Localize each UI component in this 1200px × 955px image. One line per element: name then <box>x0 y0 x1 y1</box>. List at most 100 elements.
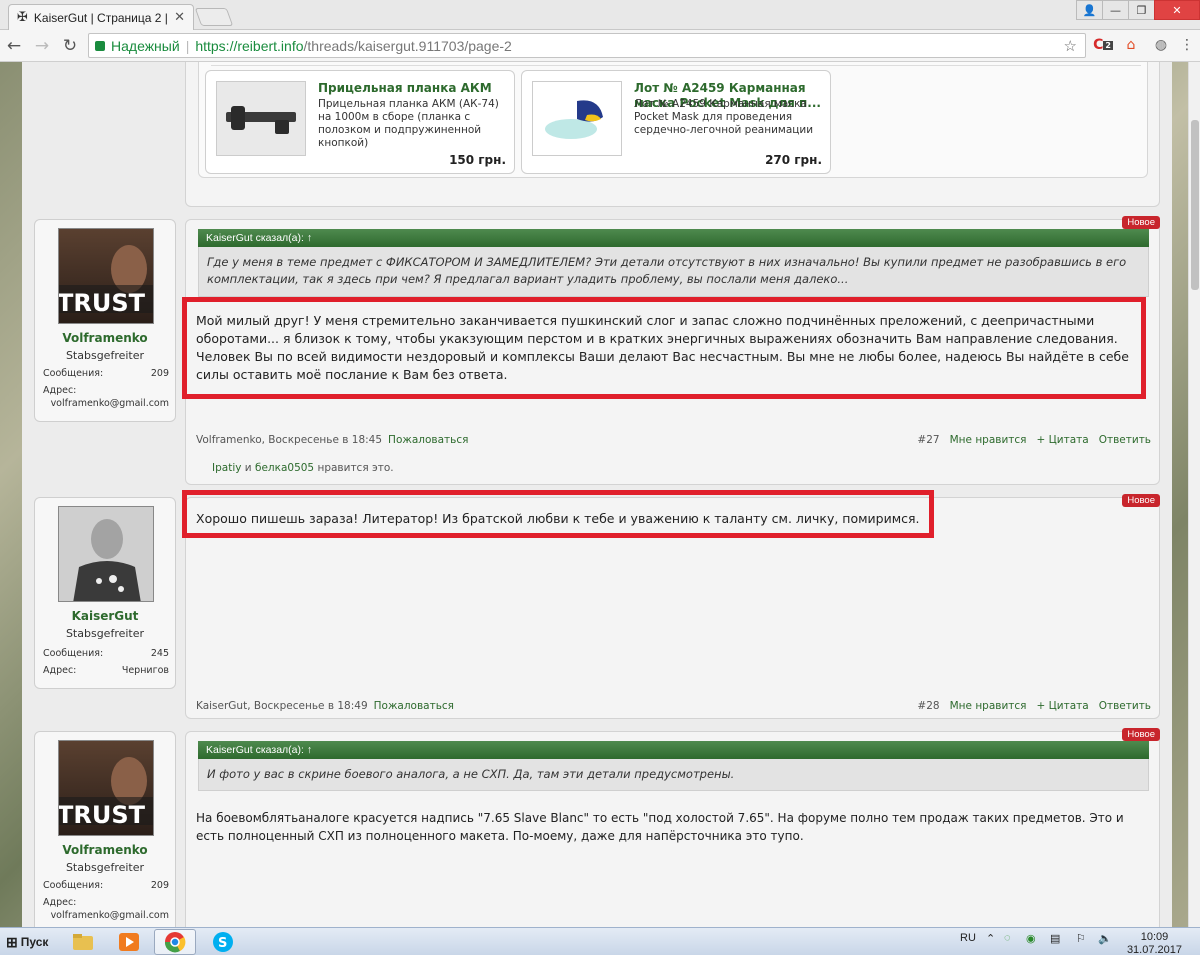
user-address-label: Адрес: <box>43 897 169 908</box>
action-center-icon[interactable]: ⚐ <box>1076 932 1086 945</box>
user-info-panel: TRUST MI Volframenko Stabsgefreiter Сооб… <box>34 219 176 422</box>
highlight-annotation <box>182 490 934 538</box>
product-description: Прицельная планка АКМ (АК-74) на 1000м в… <box>318 98 499 149</box>
like-button[interactable]: Мне нравится <box>950 434 1027 446</box>
product-title[interactable]: Прицельная планка АКМ <box>318 81 508 96</box>
report-link[interactable]: Пожаловаться <box>388 434 468 446</box>
browser-tab[interactable]: ✠ KaiserGut | Страница 2 | ✕ <box>8 4 194 30</box>
tab-title: KaiserGut | Страница 2 | <box>33 10 168 25</box>
window-controls: 👤 — ❐ ✕ <box>1076 0 1200 20</box>
product-description: Лот № A2459 Карманная маска Pocket Mask … <box>634 98 814 138</box>
windows-logo-icon: ⊞ <box>6 933 18 950</box>
page-viewport: Прицельная планка АКМ Прицельная планка … <box>0 62 1188 927</box>
quote-button[interactable]: + Цитата <box>1037 434 1089 446</box>
windows-taskbar: ⊞ Пуск S RU ⌃ ◌ ◉ ▤ ⚐ 🔈 10:09 31.07.2017 <box>0 927 1200 955</box>
like-user-link[interactable]: белка0505 <box>255 462 314 474</box>
restore-button[interactable]: ❐ <box>1128 0 1155 20</box>
like-button[interactable]: Мне нравится <box>950 700 1027 712</box>
start-label: Пуск <box>20 935 49 949</box>
user-address: volframenko@gmail.com <box>50 398 169 409</box>
post-author-date[interactable]: Volframenko, Воскресенье в 18:45 <box>196 434 382 446</box>
stat-value: 209 <box>150 368 169 379</box>
minimize-button[interactable]: — <box>1102 0 1129 20</box>
reply-button[interactable]: Ответить <box>1099 700 1151 712</box>
start-button[interactable]: ⊞ Пуск <box>2 930 52 954</box>
quote-header[interactable]: KaiserGut сказал(а): ↑ <box>198 741 1149 759</box>
stat-value: 209 <box>150 880 169 891</box>
user-messages: Сообщения: 209 <box>43 368 169 379</box>
user-rank: Stabsgefreiter <box>65 861 145 874</box>
products-panel: Прицельная планка АКМ Прицельная планка … <box>198 62 1148 178</box>
username[interactable]: Volframenko <box>35 843 175 857</box>
product-card[interactable]: Прицельная планка АКМ Прицельная планка … <box>205 70 515 174</box>
avatar[interactable]: TRUST MI <box>58 228 154 324</box>
secure-label: Надежный <box>111 37 180 54</box>
clock-time: 10:09 <box>1140 931 1169 943</box>
tray-app-icon[interactable]: ◉ <box>1026 932 1036 945</box>
home-extension-icon[interactable]: ⌂ <box>1120 34 1142 56</box>
stat-value: Чернигов <box>121 665 169 676</box>
username[interactable]: KaiserGut <box>35 609 175 623</box>
stat-label: Адрес: <box>43 897 77 908</box>
reload-button[interactable]: ↻ <box>56 36 84 56</box>
language-indicator[interactable]: RU <box>960 932 976 944</box>
clock-date: 31.07.2017 <box>1126 944 1182 955</box>
tray-app-icon[interactable]: ◌ <box>1004 932 1011 944</box>
address-bar[interactable]: Надежный | https://reibert.info/threads/… <box>88 33 1086 58</box>
avatar-caption: TRUST MI <box>59 289 154 317</box>
avatar[interactable] <box>58 506 154 602</box>
product-card[interactable]: Лот № A2459 Карманная маска Pocket Mask … <box>521 70 831 174</box>
product-price: 270 грн. <box>765 153 822 167</box>
volume-icon[interactable]: 🔈 <box>1098 932 1112 945</box>
page-scrollbar[interactable] <box>1188 62 1200 927</box>
username[interactable]: Volframenko <box>35 331 175 345</box>
highlight-annotation <box>182 297 1146 399</box>
user-icon[interactable]: 👤 <box>1076 0 1103 20</box>
tab-strip: ✠ KaiserGut | Страница 2 | ✕ 👤 — ❐ ✕ <box>0 0 1200 30</box>
stat-label: Адрес: <box>43 385 77 396</box>
new-badge: Новое <box>1122 216 1160 229</box>
reply-button[interactable]: Ответить <box>1099 434 1151 446</box>
extension-icon[interactable]: C2 <box>1092 34 1114 56</box>
tray-expand-icon[interactable]: ⌃ <box>986 932 995 945</box>
quote-header[interactable]: KaiserGut сказал(а): ↑ <box>198 229 1149 247</box>
url-host: https://reibert.info <box>195 37 304 54</box>
user-info-panel: KaiserGut Stabsgefreiter Сообщения: 245 … <box>34 497 176 689</box>
stat-label: Сообщения: <box>43 648 104 659</box>
close-window-button[interactable]: ✕ <box>1154 0 1200 20</box>
system-clock[interactable]: 10:09 31.07.2017 <box>1127 931 1182 955</box>
post-text: На боевомблятьаналоге красуется надпись … <box>196 811 1124 843</box>
post-message: Новое KaiserGut сказал(а): ↑ И фото у ва… <box>185 728 1160 927</box>
menu-icon[interactable]: ⋮ <box>1176 34 1198 56</box>
post-footer: Volframenko, Воскресенье в 18:45 Пожалов… <box>196 434 1151 446</box>
user-messages: Сообщения: 245 <box>43 648 169 659</box>
likes-suffix: нравится это. <box>317 462 394 474</box>
url-separator: | <box>185 37 190 54</box>
bookmark-star-icon[interactable]: ☆ <box>1064 37 1077 55</box>
skype-icon[interactable]: S <box>202 929 244 955</box>
quote-button[interactable]: + Цитата <box>1037 700 1089 712</box>
new-badge: Новое <box>1122 728 1160 741</box>
user-address: Адрес: Чернигов <box>43 665 169 676</box>
divider <box>211 65 1141 66</box>
back-button[interactable]: ← <box>0 36 28 56</box>
scrollbar-thumb[interactable] <box>1191 120 1199 290</box>
forward-button[interactable]: → <box>28 36 56 56</box>
settings-extension-icon[interactable]: ◍ <box>1150 34 1172 56</box>
url-path: /threads/kaisergut.911703/page-2 <box>303 37 512 54</box>
media-player-icon[interactable] <box>108 929 150 955</box>
new-tab-button[interactable] <box>194 8 234 26</box>
site-favicon-icon: ✠ <box>17 10 28 25</box>
post-author-date[interactable]: KaiserGut, Воскресенье в 18:49 <box>196 700 368 712</box>
chrome-icon[interactable] <box>154 929 196 955</box>
stat-value: 245 <box>150 648 169 659</box>
tray-app-icon[interactable]: ▤ <box>1050 932 1060 945</box>
report-link[interactable]: Пожаловаться <box>374 700 454 712</box>
user-info-panel: TRUST MI Volframenko Stabsgefreiter Сооб… <box>34 731 176 927</box>
post-number[interactable]: #27 <box>917 434 939 446</box>
avatar[interactable]: TRUST MI <box>58 740 154 836</box>
post-number[interactable]: #28 <box>917 700 939 712</box>
close-tab-icon[interactable]: ✕ <box>174 10 185 25</box>
explorer-icon[interactable] <box>62 929 104 955</box>
like-user-link[interactable]: Ipatiy <box>212 462 241 474</box>
